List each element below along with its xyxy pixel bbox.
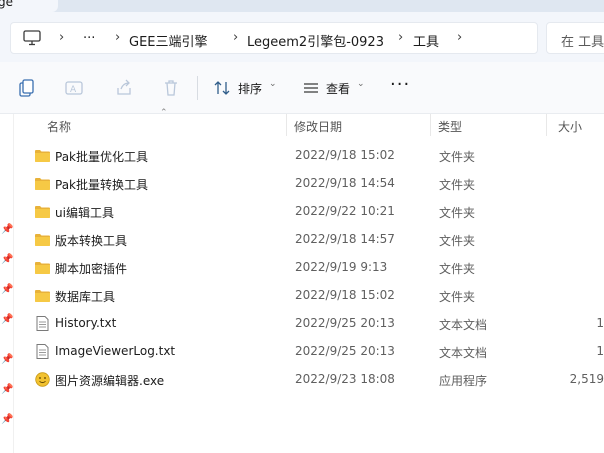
- pin-icon[interactable]: 📌: [1, 384, 13, 395]
- column-header-name[interactable]: 名称: [47, 118, 71, 135]
- file-name[interactable]: Pak批量转换工具: [55, 176, 148, 193]
- file-size: 2,519: [569, 372, 604, 386]
- text-file-icon: [34, 316, 51, 331]
- column-header-size[interactable]: 大小: [558, 118, 582, 135]
- file-type: 应用程序: [439, 374, 488, 388]
- file-type: 文本文档: [439, 346, 488, 360]
- file-list-pane: 📌 📌 📌 📌 📌 📌 📌 ⌃ 名称 修改日期 类型 大小 Pak批量优化工具 2…: [0, 108, 604, 453]
- address-row: › ··· › GEE三端引擎 › Legeem2引擎包-0923 › 工具 ›…: [0, 12, 604, 62]
- search-placeholder: 在 工具: [561, 35, 604, 50]
- pin-icon[interactable]: 📌: [1, 354, 13, 365]
- file-name[interactable]: 版本转换工具: [55, 232, 127, 249]
- file-date: 2022/9/18 15:02: [295, 288, 395, 302]
- file-date: 2022/9/22 10:21: [295, 204, 395, 218]
- tab-active[interactable]: ge: [0, 0, 58, 12]
- folder-icon: [34, 288, 51, 303]
- svg-text:A: A: [70, 85, 77, 95]
- file-type: 文件夹: [439, 206, 476, 220]
- chevron-down-icon[interactable]: ⌄: [357, 79, 365, 89]
- file-size: 1: [596, 344, 604, 358]
- pin-icon[interactable]: 📌: [1, 224, 13, 235]
- file-type: 文件夹: [439, 290, 476, 304]
- chevron-right-icon[interactable]: ›: [457, 30, 462, 45]
- column-divider[interactable]: [430, 114, 431, 136]
- file-date: 2022/9/18 14:57: [295, 232, 395, 246]
- rename-icon[interactable]: A: [64, 78, 84, 98]
- file-type: 文件夹: [439, 178, 476, 192]
- file-date: 2022/9/19 9:13: [295, 260, 388, 274]
- address-bar[interactable]: › ··· › GEE三端引擎 › Legeem2引擎包-0923 › 工具 ›: [10, 22, 538, 54]
- folder-icon: [34, 232, 51, 247]
- toolbar-divider: [197, 76, 198, 100]
- sort-ascending-icon: ⌃: [160, 108, 168, 118]
- breadcrumb-item[interactable]: Legeem2引擎包-0923: [247, 31, 384, 50]
- chevron-down-icon[interactable]: ⌄: [269, 79, 277, 89]
- chevron-right-icon[interactable]: ›: [398, 30, 403, 45]
- file-type: 文件夹: [439, 262, 476, 276]
- search-input[interactable]: 在 工具: [546, 22, 604, 54]
- pin-icon[interactable]: 📌: [1, 314, 13, 325]
- this-pc-icon[interactable]: [23, 30, 41, 46]
- delete-icon[interactable]: [161, 78, 181, 98]
- column-header-row: ⌃ 名称 修改日期 类型 大小: [14, 108, 604, 136]
- file-size: 1: [596, 316, 604, 330]
- file-name[interactable]: History.txt: [55, 316, 116, 330]
- command-bar: A 排序 ⌄ 查看 ⌄ ···: [0, 62, 604, 114]
- folder-icon: [34, 176, 51, 191]
- tab-title: ge: [0, 0, 13, 9]
- file-date: 2022/9/23 18:08: [295, 372, 395, 386]
- table-row[interactable]: Pak批量优化工具 2022/9/18 15:02 文件夹: [14, 142, 604, 170]
- column-divider[interactable]: [546, 114, 547, 136]
- table-row[interactable]: 图片资源编辑器.exe 2022/9/23 18:08 应用程序 2,519: [14, 366, 604, 394]
- table-row[interactable]: ui编辑工具 2022/9/22 10:21 文件夹: [14, 198, 604, 226]
- more-options-button[interactable]: ···: [390, 74, 410, 95]
- folder-icon: [34, 148, 51, 163]
- file-date: 2022/9/25 20:13: [295, 344, 395, 358]
- sort-icon[interactable]: [212, 78, 232, 98]
- breadcrumb-item[interactable]: GEE三端引擎: [129, 31, 208, 50]
- tab-strip: ge: [0, 0, 604, 12]
- chevron-right-icon[interactable]: ›: [115, 30, 120, 45]
- pin-icon[interactable]: 📌: [1, 414, 13, 425]
- app-icon: [34, 372, 51, 387]
- file-type: 文本文档: [439, 318, 488, 332]
- table-row[interactable]: History.txt 2022/9/25 20:13 文本文档 1: [14, 310, 604, 338]
- table-row[interactable]: Pak批量转换工具 2022/9/18 14:54 文件夹: [14, 170, 604, 198]
- file-name[interactable]: ui编辑工具: [55, 204, 114, 221]
- file-date: 2022/9/18 14:54: [295, 176, 395, 190]
- view-icon[interactable]: [301, 78, 321, 98]
- breadcrumb-more[interactable]: ···: [83, 31, 95, 46]
- column-header-type[interactable]: 类型: [438, 118, 462, 135]
- folder-icon: [34, 260, 51, 275]
- navigation-pane: 📌 📌 📌 📌 📌 📌 📌: [0, 114, 14, 453]
- table-row[interactable]: 版本转换工具 2022/9/18 14:57 文件夹: [14, 226, 604, 254]
- text-file-icon: [34, 344, 51, 359]
- file-name[interactable]: ImageViewerLog.txt: [55, 344, 175, 358]
- breadcrumb-item[interactable]: 工具: [413, 31, 439, 50]
- pin-icon[interactable]: 📌: [1, 284, 13, 295]
- chevron-right-icon[interactable]: ›: [233, 30, 238, 45]
- column-divider[interactable]: [286, 114, 287, 136]
- file-name[interactable]: 图片资源编辑器.exe: [55, 372, 164, 389]
- chevron-right-icon[interactable]: ›: [59, 30, 64, 45]
- file-type: 文件夹: [439, 234, 476, 248]
- sort-button[interactable]: 排序: [238, 80, 262, 97]
- column-header-date[interactable]: 修改日期: [294, 118, 342, 135]
- share-icon[interactable]: [114, 78, 134, 98]
- table-row[interactable]: ImageViewerLog.txt 2022/9/25 20:13 文本文档 1: [14, 338, 604, 366]
- file-date: 2022/9/18 15:02: [295, 148, 395, 162]
- view-button[interactable]: 查看: [326, 80, 350, 97]
- file-name[interactable]: 数据库工具: [55, 288, 115, 305]
- table-row[interactable]: 脚本加密插件 2022/9/19 9:13 文件夹: [14, 254, 604, 282]
- file-name[interactable]: Pak批量优化工具: [55, 148, 148, 165]
- folder-icon: [34, 204, 51, 219]
- table-row[interactable]: 数据库工具 2022/9/18 15:02 文件夹: [14, 282, 604, 310]
- copy-icon[interactable]: [17, 78, 37, 98]
- file-date: 2022/9/25 20:13: [295, 316, 395, 330]
- pin-icon[interactable]: 📌: [1, 254, 13, 265]
- file-type: 文件夹: [439, 150, 476, 164]
- file-name[interactable]: 脚本加密插件: [55, 260, 127, 277]
